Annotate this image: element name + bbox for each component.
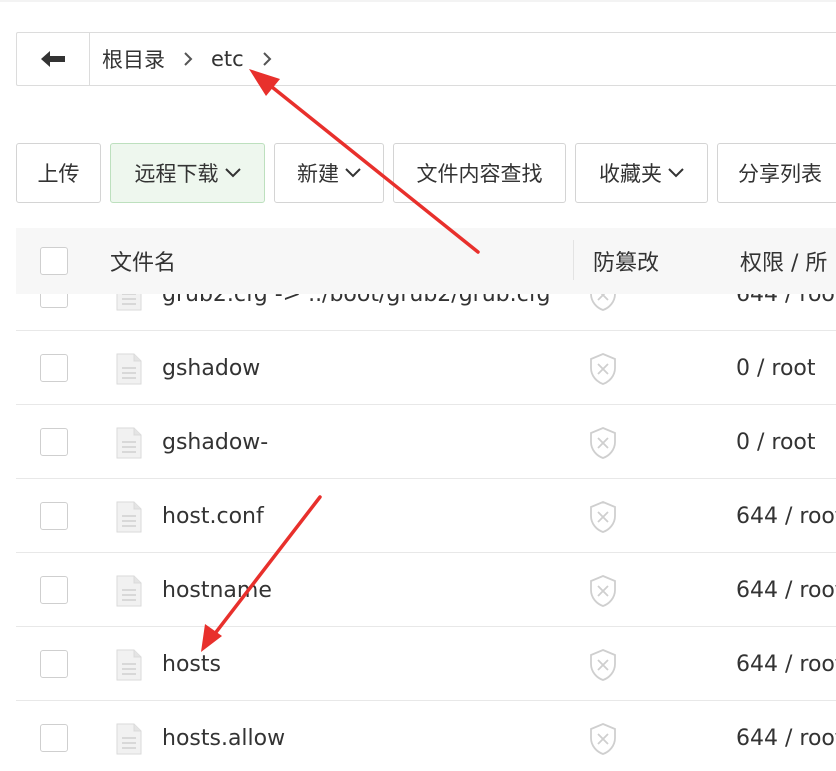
chevron-right-icon[interactable] bbox=[262, 51, 272, 67]
table-row[interactable]: host.conf 644 / root bbox=[16, 479, 836, 553]
upload-button-label: 上传 bbox=[37, 162, 80, 186]
file-name[interactable]: hostname bbox=[162, 553, 272, 627]
remote-download-label: 远程下载 bbox=[134, 162, 219, 186]
file-icon bbox=[116, 575, 142, 607]
row-checkbox[interactable] bbox=[40, 576, 68, 604]
upload-button[interactable]: 上传 bbox=[16, 143, 101, 203]
shield-x-icon[interactable] bbox=[588, 352, 618, 386]
table-header: 文件名 防篡改 权限 / 所 bbox=[16, 228, 836, 294]
remote-download-button[interactable]: 远程下载 bbox=[110, 143, 265, 203]
header-divider bbox=[573, 240, 574, 280]
header-filename[interactable]: 文件名 bbox=[110, 228, 176, 294]
table-row[interactable]: gshadow- 0 / root bbox=[16, 405, 836, 479]
share-list-button[interactable]: 分享列表 bbox=[717, 143, 836, 203]
file-icon bbox=[116, 353, 142, 385]
share-list-label: 分享列表 bbox=[738, 162, 822, 186]
permission-owner[interactable]: 0 / root bbox=[736, 405, 816, 479]
permission-owner[interactable]: 0 / root bbox=[736, 331, 816, 405]
row-checkbox[interactable] bbox=[40, 354, 68, 382]
table-row[interactable]: hosts.allow 644 / root bbox=[16, 701, 836, 771]
file-icon bbox=[116, 427, 142, 459]
search-content-label: 文件内容查找 bbox=[416, 162, 543, 186]
shield-x-icon[interactable] bbox=[588, 426, 618, 460]
table-row[interactable]: hostname 644 / root bbox=[16, 553, 836, 627]
back-button[interactable] bbox=[17, 33, 90, 85]
shield-x-icon[interactable] bbox=[588, 574, 618, 608]
file-icon bbox=[116, 723, 142, 755]
chevron-down-icon bbox=[345, 168, 361, 178]
file-name[interactable]: hosts.allow bbox=[162, 701, 285, 771]
chevron-down-icon bbox=[224, 168, 241, 178]
file-name[interactable]: hosts bbox=[162, 627, 221, 701]
breadcrumb-etc[interactable]: etc bbox=[211, 47, 244, 71]
file-name[interactable]: gshadow- bbox=[162, 405, 268, 479]
shield-x-icon[interactable] bbox=[588, 648, 618, 682]
file-name[interactable]: host.conf bbox=[162, 479, 264, 553]
row-checkbox[interactable] bbox=[40, 428, 68, 456]
shield-x-icon[interactable] bbox=[588, 500, 618, 534]
breadcrumb: 根目录 etc bbox=[90, 44, 290, 74]
permission-owner[interactable]: 644 / root bbox=[736, 479, 836, 553]
permission-owner[interactable]: 644 / root bbox=[736, 627, 836, 701]
chevron-right-icon bbox=[183, 51, 193, 67]
breadcrumb-root[interactable]: 根目录 bbox=[102, 44, 165, 74]
permission-owner[interactable]: 644 / root bbox=[736, 701, 836, 771]
header-permission-owner[interactable]: 权限 / 所 bbox=[740, 228, 827, 294]
file-name[interactable]: gshadow bbox=[162, 331, 260, 405]
arrow-left-icon bbox=[41, 51, 65, 67]
top-divider bbox=[0, 0, 836, 2]
favorites-button[interactable]: 收藏夹 bbox=[575, 143, 708, 203]
table-row[interactable]: gshadow 0 / root bbox=[16, 331, 836, 405]
permission-owner[interactable]: 644 / root bbox=[736, 553, 836, 627]
file-icon bbox=[116, 501, 142, 533]
search-content-button[interactable]: 文件内容查找 bbox=[393, 143, 566, 203]
table-row[interactable]: hosts 644 / root bbox=[16, 627, 836, 701]
shield-x-icon[interactable] bbox=[588, 722, 618, 756]
select-all-checkbox[interactable] bbox=[40, 247, 68, 275]
file-list: grub2.cfg -> ../boot/grub2/grub.cfg 644 … bbox=[16, 257, 836, 771]
header-tamper-proof[interactable]: 防篡改 bbox=[593, 228, 659, 294]
file-icon bbox=[116, 649, 142, 681]
favorites-label: 收藏夹 bbox=[599, 162, 662, 186]
new-button-label: 新建 bbox=[297, 162, 339, 186]
chevron-down-icon bbox=[668, 168, 684, 178]
path-bar: 根目录 etc bbox=[16, 32, 836, 86]
row-checkbox[interactable] bbox=[40, 650, 68, 678]
new-button[interactable]: 新建 bbox=[274, 143, 384, 203]
row-checkbox[interactable] bbox=[40, 724, 68, 752]
row-checkbox[interactable] bbox=[40, 502, 68, 530]
